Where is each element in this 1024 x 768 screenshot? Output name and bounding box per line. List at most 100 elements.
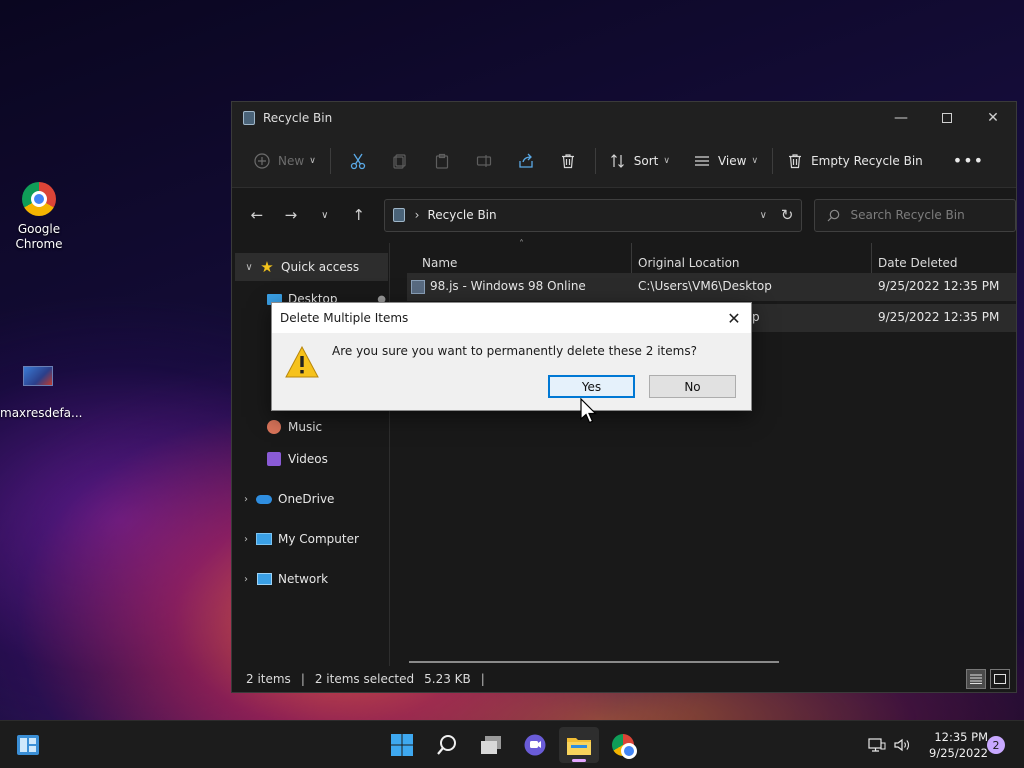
mouse-cursor-icon: [580, 397, 598, 427]
row-location: p: [752, 310, 760, 324]
toolbar-separator: [594, 147, 596, 174]
title-bar[interactable]: Recycle Bin — ✕: [232, 102, 1016, 134]
horizontal-scrollbar[interactable]: [409, 661, 779, 663]
image-file-icon: [20, 366, 56, 402]
copy-icon: [393, 153, 406, 169]
recycle-bin-icon: [392, 208, 405, 222]
search-icon: [437, 735, 456, 755]
maximize-button[interactable]: [924, 102, 970, 134]
details-view-button[interactable]: [966, 669, 986, 689]
close-icon: ✕: [727, 308, 741, 328]
desktop-icon-google-chrome[interactable]: Google Chrome: [1, 182, 77, 252]
nav-item-music[interactable]: Music: [232, 413, 390, 441]
desktop-icon-maxresdefault[interactable]: maxresdefa...: [0, 358, 83, 421]
dialog-title-bar[interactable]: Delete Multiple Items: [272, 303, 751, 333]
search-input[interactable]: [850, 208, 1001, 222]
refresh-button[interactable]: ↻: [781, 206, 794, 224]
back-button[interactable]: ←: [242, 200, 272, 230]
cut-button[interactable]: [345, 148, 371, 174]
teams-chat-button[interactable]: [515, 727, 555, 763]
selection-count: 2 items selected: [314, 672, 415, 686]
network-status-icon[interactable]: [866, 737, 888, 753]
item-count: 2 items: [246, 672, 291, 686]
clock-time: 12:35 PM: [934, 730, 988, 744]
music-icon: [266, 419, 282, 435]
clipboard-icon: [435, 153, 448, 169]
chevron-right-icon[interactable]: ›: [236, 534, 256, 545]
chevron-right-icon[interactable]: ›: [236, 574, 256, 585]
address-bar[interactable]: › Recycle Bin ∨ ↻: [383, 198, 803, 232]
row-name: 98.js - Windows 98 Online: [430, 279, 586, 293]
list-view-icon: [694, 155, 709, 166]
up-button[interactable]: ↑: [344, 200, 374, 230]
file-explorer-taskbar-button[interactable]: [559, 727, 599, 763]
volume-icon[interactable]: [890, 737, 914, 753]
chevron-right-icon[interactable]: ›: [236, 494, 256, 505]
minimize-button[interactable]: —: [878, 102, 924, 134]
new-button[interactable]: New ∨: [246, 144, 324, 178]
paste-button[interactable]: [429, 148, 455, 174]
desktop-icon-label: maxresdefa...: [0, 406, 83, 420]
copy-button[interactable]: [387, 148, 413, 174]
forward-button[interactable]: →: [276, 200, 306, 230]
delete-button[interactable]: [555, 148, 581, 174]
recycle-bin-icon: [243, 111, 255, 125]
scissors-icon: [350, 153, 365, 169]
windows-logo-icon: [391, 734, 413, 756]
chevron-down-icon[interactable]: ∨: [239, 262, 259, 273]
chevron-down-icon: ∨: [751, 155, 759, 166]
tiles-view-button[interactable]: [990, 669, 1010, 689]
close-button[interactable]: ✕: [970, 102, 1016, 134]
trash-icon: [561, 153, 574, 168]
computer-icon: [256, 531, 272, 547]
view-button[interactable]: View ∨: [686, 144, 766, 178]
dialog-title: Delete Multiple Items: [280, 311, 409, 325]
selection-size: 5.23 KB: [424, 672, 471, 686]
sort-arrows-icon: [610, 153, 624, 168]
nav-item-label: OneDrive: [278, 492, 335, 506]
breadcrumb-chevron-icon: ›: [414, 208, 420, 222]
nav-item-my-computer[interactable]: › My Computer: [232, 525, 390, 553]
chrome-icon: [21, 182, 57, 218]
nav-item-videos[interactable]: Videos: [232, 445, 390, 473]
task-view-icon: [481, 736, 501, 754]
row-location: C:\Users\VM6\Desktop: [638, 279, 772, 293]
rename-icon: [476, 154, 491, 167]
clock[interactable]: 12:35 PM 9/25/2022: [918, 729, 988, 761]
search-box[interactable]: [814, 198, 1016, 232]
start-button[interactable]: [382, 727, 422, 763]
dialog-message: Are you sure you want to permanently del…: [332, 344, 697, 358]
empty-recycle-bin-button[interactable]: Empty Recycle Bin: [779, 144, 931, 178]
navigation-row: ← → ∨ ↑ › Recycle Bin ∨ ↻: [232, 188, 1016, 242]
search-button[interactable]: [427, 727, 467, 763]
search-icon: [828, 209, 840, 221]
recent-locations-button[interactable]: ∨: [310, 200, 340, 230]
column-divider[interactable]: [871, 243, 872, 273]
breadcrumb-recycle-bin[interactable]: Recycle Bin: [427, 208, 496, 222]
nav-item-quick-access[interactable]: ∨ ★ Quick access: [235, 253, 388, 281]
dialog-close-button[interactable]: ✕: [723, 307, 745, 329]
tiles-view-icon: [994, 674, 1006, 684]
rename-button[interactable]: [471, 148, 497, 174]
notification-badge[interactable]: 2: [987, 736, 1005, 754]
shortcut-file-icon: [411, 280, 425, 294]
arrow-up-icon: ↑: [352, 206, 365, 224]
warning-icon: [285, 345, 319, 381]
address-dropdown-button[interactable]: ∨: [760, 210, 767, 221]
task-view-button[interactable]: [471, 727, 511, 763]
view-label: View: [717, 153, 747, 168]
column-divider[interactable]: [631, 243, 632, 273]
table-row[interactable]: 98.js - Windows 98 Online C:\Users\VM6\D…: [407, 273, 1016, 301]
more-options-button[interactable]: •••: [945, 144, 992, 178]
share-button[interactable]: [513, 148, 539, 174]
empty-recycle-bin-label: Empty Recycle Bin: [811, 153, 923, 168]
widgets-button[interactable]: [8, 727, 48, 763]
yes-button[interactable]: Yes: [548, 375, 635, 398]
status-bar: 2 items | 2 items selected 5.23 KB |: [232, 666, 1016, 692]
no-button[interactable]: No: [649, 375, 736, 398]
nav-item-label: Videos: [288, 452, 328, 466]
nav-item-onedrive[interactable]: › OneDrive: [232, 485, 390, 513]
nav-item-network[interactable]: › Network: [232, 565, 390, 593]
chrome-taskbar-button[interactable]: [603, 727, 643, 763]
sort-button[interactable]: Sort ∨: [602, 144, 678, 178]
